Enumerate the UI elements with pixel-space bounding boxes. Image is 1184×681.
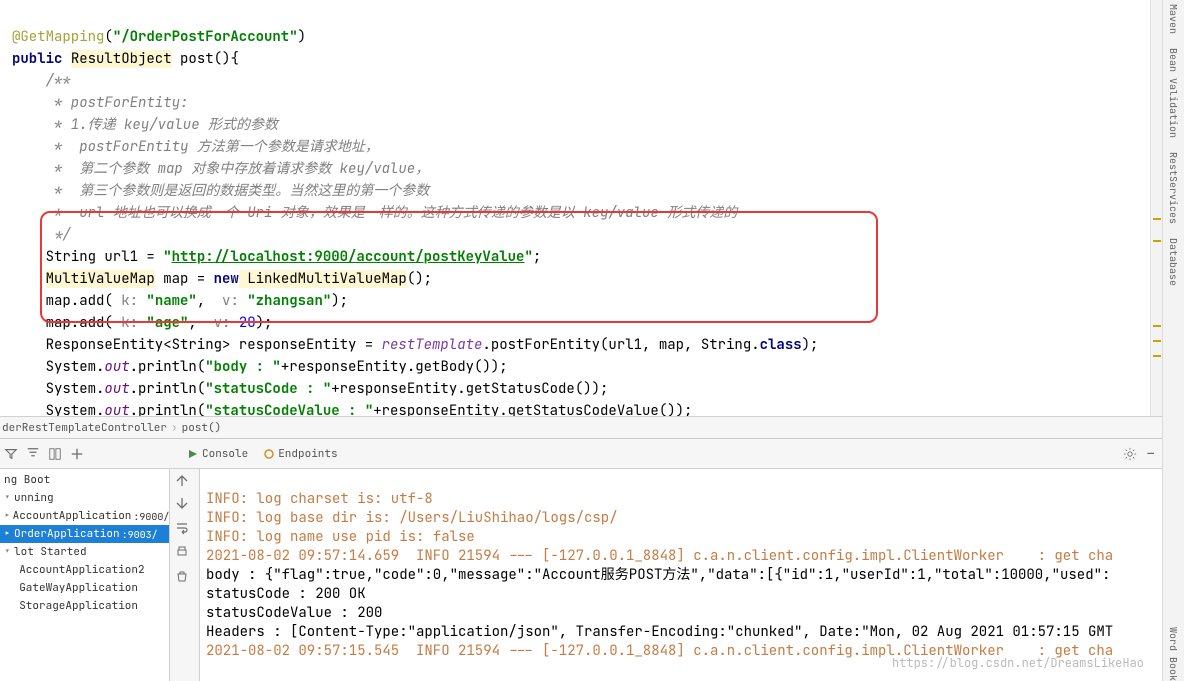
rail-database[interactable]: Database	[1167, 238, 1180, 286]
tree-item-account[interactable]: ▸AccountApplication :9000/	[0, 507, 169, 525]
tree-root[interactable]: ng Boot	[0, 471, 169, 489]
filter2-icon[interactable]	[26, 447, 40, 461]
rail-rest-services[interactable]: RestServices	[1167, 152, 1180, 224]
tab-endpoints[interactable]: Endpoints	[264, 447, 337, 461]
clear-icon[interactable]	[175, 569, 189, 583]
filter-icon[interactable]	[4, 447, 18, 461]
play-icon	[188, 449, 198, 459]
run-configurations-tree[interactable]: ng Boot ▾unning ▸AccountApplication :900…	[0, 469, 170, 681]
console-text: INFO: log charset is: utf-8 INFO: log ba…	[200, 469, 1184, 680]
breadcrumb-method[interactable]: post()	[182, 421, 222, 435]
rail-bean-validation[interactable]: Bean Validation	[1167, 48, 1180, 138]
error-stripe[interactable]	[1150, 0, 1162, 416]
annotation: @GetMapping	[12, 28, 104, 46]
watermark: https://blog.csdn.net/DreamsLikeHao	[892, 655, 1144, 671]
chevron-right-icon: ›	[171, 421, 178, 435]
tree-group-running[interactable]: ▾unning	[0, 489, 169, 507]
tree-item-storage[interactable]: StorageApplication	[0, 597, 169, 615]
minus-icon[interactable]: —	[1147, 447, 1154, 461]
breadcrumb[interactable]: derRestTemplateController › post()	[0, 416, 1184, 438]
run-tool-window: Console Endpoints — ng Boot ▾unning ▸Acc…	[0, 438, 1184, 681]
tree-group-notstarted[interactable]: ▾lot Started	[0, 543, 169, 561]
panel-toolbar: Console Endpoints —	[0, 439, 1184, 469]
breadcrumb-class[interactable]: derRestTemplateController	[2, 421, 167, 435]
endpoints-icon	[264, 449, 274, 459]
scroll-bottom-icon[interactable]	[175, 497, 189, 511]
rail-maven[interactable]: Maven	[1167, 4, 1180, 34]
code-editor[interactable]: @GetMapping("/OrderPostForAccount") publ…	[0, 0, 1184, 416]
tree-item-account2[interactable]: AccountApplication2	[0, 561, 169, 579]
tree-item-gateway[interactable]: GateWayApplication	[0, 579, 169, 597]
rail-word-book[interactable]: Word Book	[1167, 627, 1180, 681]
scroll-top-icon[interactable]	[175, 473, 189, 487]
console-gutter	[170, 469, 200, 681]
right-tool-rail: Maven Bean Validation RestServices Datab…	[1162, 0, 1184, 681]
layout-icon[interactable]	[48, 447, 62, 461]
add-icon[interactable]	[70, 447, 84, 461]
code-content: @GetMapping("/OrderPostForAccount") publ…	[0, 0, 1184, 416]
gear-icon[interactable]	[1123, 447, 1137, 461]
soft-wrap-icon[interactable]	[175, 521, 189, 535]
print-icon[interactable]	[175, 545, 189, 559]
console-output[interactable]: INFO: log charset is: utf-8 INFO: log ba…	[170, 469, 1184, 681]
tab-console[interactable]: Console	[188, 447, 248, 461]
tree-item-order[interactable]: ▸OrderApplication :9003/	[0, 525, 169, 543]
